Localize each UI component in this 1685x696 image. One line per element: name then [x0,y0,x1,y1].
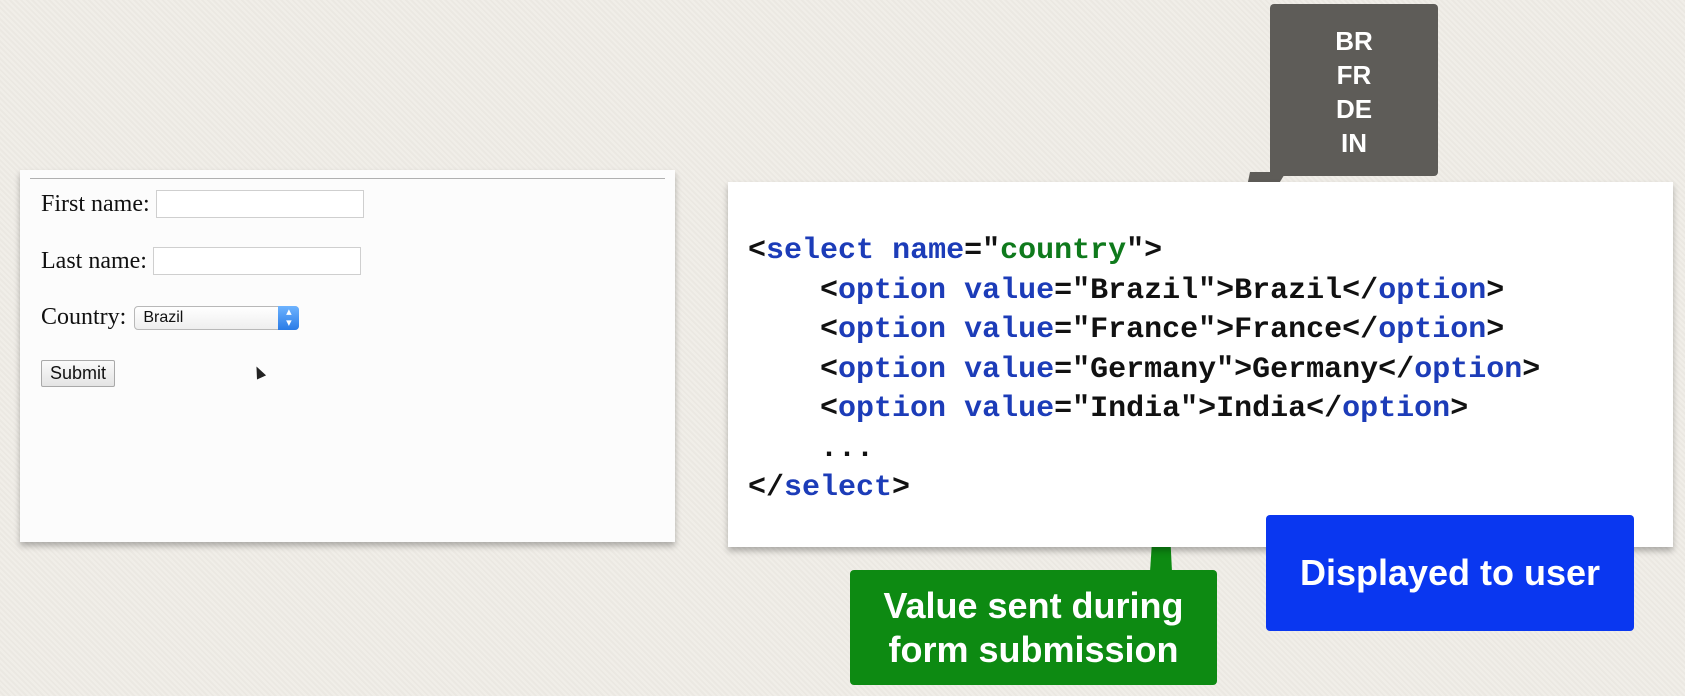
code-select-attr-value: country [1000,234,1127,268]
first-name-input[interactable] [155,190,364,218]
select-chevron-icon: ▴ ▾ [278,305,300,330]
country-select[interactable]: Brazil ▴ ▾ [134,305,300,330]
code-option-text: Germany [1252,352,1379,387]
country-codes-callout: BR FR DE IN [1270,4,1438,176]
code-select-attr: name [892,234,965,268]
select-code: <select name="country"> <option value="B… [748,234,1541,505]
form-preview: First name: Last name: Country: Brazil ▴… [20,170,675,542]
code-select-tag: select [766,234,875,268]
value-sent-line2: form submission [888,629,1179,670]
code-option-value: Germany [1090,352,1217,387]
divider [30,178,665,179]
last-name-label: Last name: [41,247,147,274]
last-name-row: Last name: [41,247,361,275]
code-select-close-tag: select [784,471,893,505]
code-snippet-panel: <select name="country"> <option value="B… [728,182,1673,547]
last-name-input[interactable] [152,247,361,275]
country-code: FR [1336,60,1372,90]
country-code: IN [1341,128,1367,158]
first-name-label: First name: [41,190,150,217]
submit-row: Submit [41,360,116,387]
code-ellipsis: ... [820,431,875,466]
code-option-text: Brazil [1234,273,1343,308]
value-sent-line1: Value sent during [883,585,1184,626]
country-selected-value: Brazil [143,308,184,326]
country-code: BR [1335,26,1373,56]
country-row: Country: Brazil ▴ ▾ [41,304,300,331]
code-option-value: India [1090,392,1181,426]
code-option-value: Brazil [1090,273,1199,308]
displayed-to-user-callout: Displayed to user [1266,515,1634,631]
code-option-value: France [1090,313,1199,347]
submit-button[interactable]: Submit [41,360,116,387]
country-label: Country: [41,304,127,330]
first-name-row: First name: [41,190,364,218]
country-code: DE [1335,94,1373,124]
code-option-text: France [1234,313,1343,347]
value-sent-callout: Value sent during form submission [850,570,1217,685]
code-option-text: India [1216,392,1307,426]
